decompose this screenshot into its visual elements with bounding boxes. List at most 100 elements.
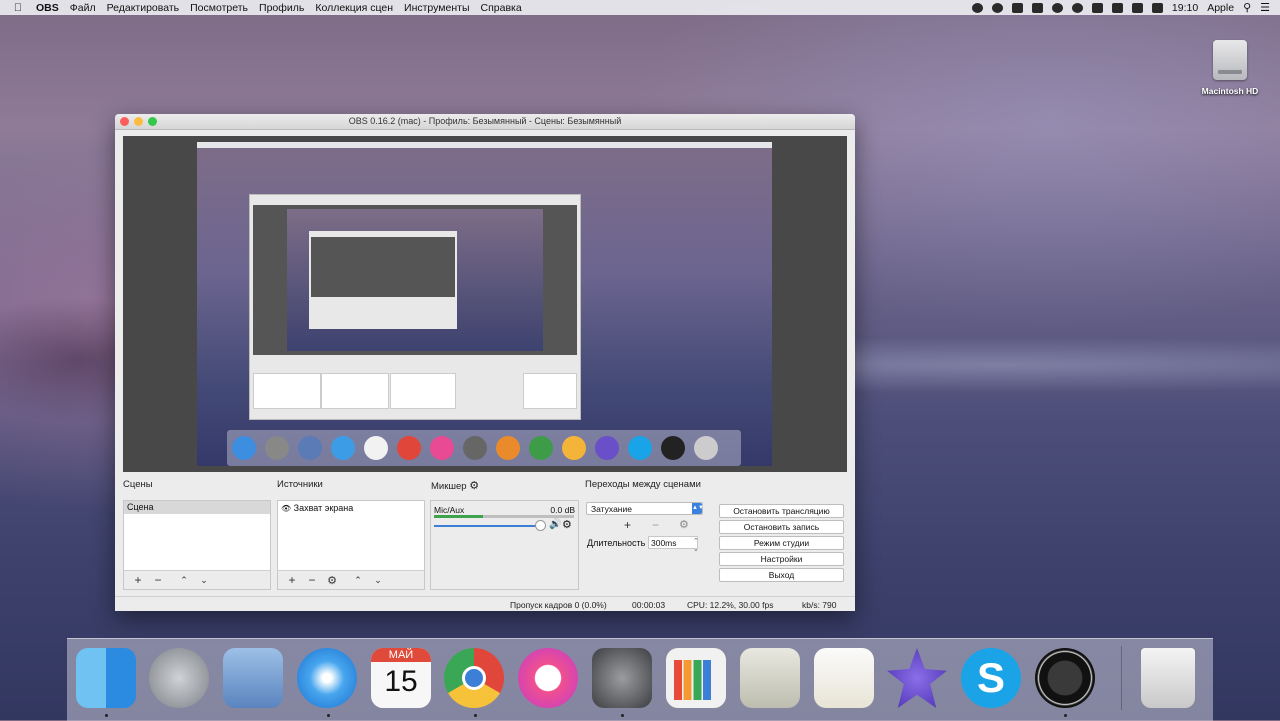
scenes-list: Сцена + − ⌃ ⌄ — [123, 500, 271, 590]
sources-toolbar: + − ⚙ ⌃ ⌄ — [278, 570, 424, 589]
status-bar: Пропуск кадров 0 (0.0%) 00:00:03 CPU: 12… — [115, 596, 855, 611]
bitrate: kb/s: 790 — [802, 600, 837, 610]
remove-scene-icon[interactable]: − — [152, 573, 164, 587]
obs-window: OBS 0.16.2 (mac) - Профиль: Безымянный -… — [115, 114, 855, 611]
remove-source-icon[interactable]: − — [306, 573, 318, 587]
move-scene-down-icon[interactable]: ⌄ — [198, 575, 210, 586]
add-scene-icon[interactable]: + — [132, 573, 144, 587]
stop-streaming-button[interactable]: Остановить трансляцию — [719, 504, 844, 518]
window-title: OBS 0.16.2 (mac) - Профиль: Безымянный -… — [348, 116, 622, 126]
sources-list: 👁 Захват экрана + − ⚙ ⌃ ⌄ — [277, 500, 425, 590]
duration-input[interactable]: 300ms — [648, 536, 698, 549]
window-titlebar[interactable]: OBS 0.16.2 (mac) - Профиль: Безымянный -… — [115, 114, 855, 130]
preview-nested-panels — [253, 365, 577, 415]
eye-icon[interactable]: 👁 — [281, 504, 291, 513]
hard-drive-icon — [1213, 40, 1247, 80]
transition-select-value: Затухание — [591, 504, 632, 514]
menu-user[interactable]: Apple — [1207, 2, 1234, 14]
preview-canvas[interactable] — [123, 136, 847, 472]
battery-icon[interactable] — [1151, 2, 1163, 13]
transition-gear-icon[interactable]: ⚙ — [679, 518, 689, 531]
stream-time: 00:00:03 — [632, 600, 666, 610]
settings-button[interactable]: Настройки — [719, 552, 844, 566]
menu-edit[interactable]: Редактировать — [107, 2, 180, 14]
chrome-center-icon — [462, 666, 486, 690]
numbers-icon[interactable] — [666, 648, 726, 708]
move-source-down-icon[interactable]: ⌄ — [372, 575, 384, 586]
mail-icon[interactable] — [223, 648, 283, 708]
pages-icon[interactable] — [814, 648, 874, 708]
volume-meter-fill — [434, 515, 483, 518]
desktop-drive-label: Macintosh HD — [1201, 86, 1259, 96]
screen-recorder-icon[interactable] — [1011, 2, 1023, 13]
obs-status-icon[interactable] — [971, 2, 983, 13]
scenes-toolbar: + − ⌃ ⌄ — [124, 570, 270, 589]
menu-file[interactable]: Файл — [70, 2, 96, 14]
calendar-month: МАЙ — [371, 648, 431, 662]
launchpad-icon[interactable] — [149, 648, 209, 708]
finder-running-dot — [105, 714, 108, 717]
speaker-icon[interactable]: 🔊 — [549, 519, 561, 530]
remove-transition-icon[interactable]: − — [652, 518, 659, 532]
itunes-icon[interactable] — [518, 648, 578, 708]
language-flag-icon[interactable] — [1131, 2, 1143, 13]
select-arrows-icon[interactable]: ▲▼ — [692, 503, 704, 514]
menu-app-name[interactable]: OBS — [36, 2, 59, 14]
chrome-icon[interactable] — [444, 648, 504, 708]
status-area: 19:10 Apple ⚲ ☰ — [971, 1, 1280, 14]
menu-scene-collection[interactable]: Коллекция сцен — [315, 2, 393, 14]
transition-select[interactable]: Затухание ▲▼ — [586, 502, 704, 515]
skype-icon[interactable]: S — [961, 648, 1021, 708]
preview-nested-canvas — [253, 205, 577, 355]
sources-label: Источники — [277, 479, 323, 490]
source-item-label: Захват экрана — [293, 503, 354, 513]
add-source-icon[interactable]: + — [286, 573, 298, 587]
creative-cloud-icon[interactable] — [991, 2, 1003, 13]
menu-view[interactable]: Посмотреть — [190, 2, 248, 14]
desktop-drive[interactable]: Macintosh HD — [1200, 40, 1260, 96]
wifi-icon[interactable] — [1091, 2, 1103, 13]
finder-icon[interactable] — [76, 648, 136, 708]
scene-item[interactable]: Сцена — [124, 501, 270, 514]
source-properties-gear-icon[interactable]: ⚙ — [326, 574, 338, 587]
bluetooth-icon[interactable] — [1071, 2, 1083, 13]
move-scene-up-icon[interactable]: ⌃ — [178, 575, 190, 586]
move-source-up-icon[interactable]: ⌃ — [352, 575, 364, 586]
exit-button[interactable]: Выход — [719, 568, 844, 582]
volume-slider[interactable] — [434, 525, 539, 527]
calendar-icon[interactable]: МАЙ 15 — [371, 648, 431, 708]
time-machine-icon[interactable] — [1051, 2, 1063, 13]
stop-recording-button[interactable]: Остановить запись — [719, 520, 844, 534]
preview-nested-screen — [287, 209, 543, 351]
menu-help[interactable]: Справка — [481, 2, 522, 14]
menu-profile[interactable]: Профиль — [259, 2, 304, 14]
battery-status-icon[interactable] — [1031, 2, 1043, 13]
spotlight-icon[interactable]: ⚲ — [1243, 1, 1251, 14]
duration-label: Длительность — [587, 538, 646, 548]
notification-center-icon[interactable]: ☰ — [1260, 1, 1270, 14]
studio-mode-button[interactable]: Режим студии — [719, 536, 844, 550]
preview-nested-canvas-2 — [311, 237, 455, 297]
mixer-channel-name: Mic/Aux — [434, 505, 465, 515]
menu-clock[interactable]: 19:10 — [1172, 2, 1198, 14]
system-preferences-icon[interactable] — [592, 648, 652, 708]
mixer-gear-icon[interactable]: ⚙ — [469, 480, 479, 492]
mixer-channel-db: 0.0 dB — [550, 505, 575, 515]
duration-stepper-icon[interactable]: ⌃ ⌄ — [693, 537, 699, 553]
preview-dock — [227, 430, 741, 466]
mixer-channel-gear-icon[interactable]: ⚙ — [562, 518, 572, 531]
volume-slider-handle[interactable] — [535, 520, 546, 531]
trash-icon[interactable] — [1141, 648, 1195, 708]
source-item[interactable]: 👁 Захват экрана — [278, 501, 424, 514]
scenes-label: Сцены — [123, 479, 153, 490]
system-preferences-running-dot — [621, 714, 624, 717]
preview-screen-capture — [197, 142, 772, 466]
volume-meter — [434, 515, 574, 518]
menu-tools[interactable]: Инструменты — [404, 2, 469, 14]
safari-icon[interactable] — [297, 648, 357, 708]
add-transition-icon[interactable]: + — [624, 518, 631, 532]
volume-icon[interactable] — [1111, 2, 1123, 13]
obs-icon[interactable] — [1035, 648, 1095, 708]
apple-menu-icon[interactable]:  — [11, 2, 25, 14]
money-app-icon[interactable] — [740, 648, 800, 708]
